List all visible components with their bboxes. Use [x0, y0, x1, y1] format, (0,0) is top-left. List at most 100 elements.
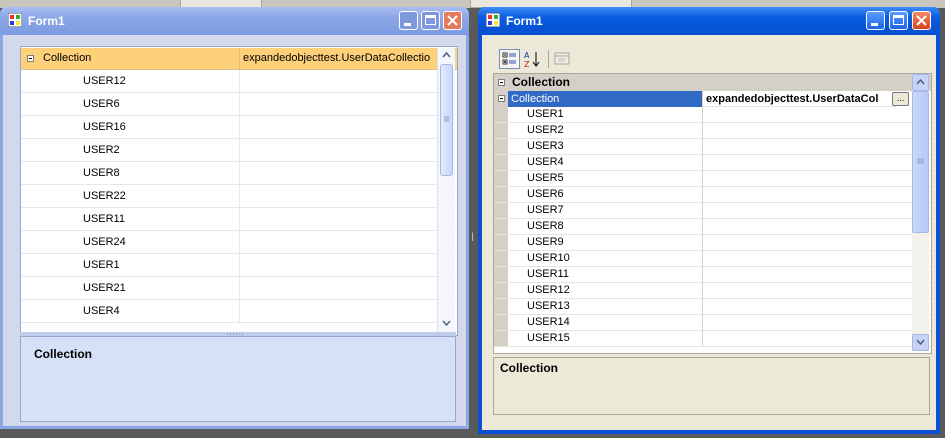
list-item[interactable]: USER8: [21, 162, 457, 185]
vertical-scrollbar[interactable]: [437, 48, 455, 333]
item-value[interactable]: [702, 203, 913, 218]
item-value[interactable]: [702, 187, 913, 202]
item-value[interactable]: [702, 299, 913, 314]
item-name: USER15: [527, 332, 570, 344]
item-value[interactable]: [702, 315, 913, 330]
close-icon: [916, 15, 927, 26]
scroll-up-icon[interactable]: [438, 48, 455, 62]
item-name: USER1: [527, 108, 564, 120]
right-property-grid[interactable]: Collection Collection expandedobjecttest…: [493, 73, 932, 354]
item-value[interactable]: [239, 70, 438, 92]
item-value[interactable]: [239, 300, 438, 322]
property-pages-button[interactable]: [552, 49, 573, 69]
right-title-bar[interactable]: Form1: [478, 7, 940, 35]
item-value[interactable]: [239, 93, 438, 115]
maximize-icon: [425, 15, 436, 25]
list-item[interactable]: USER6: [21, 93, 457, 116]
item-name: USER3: [527, 140, 564, 152]
item-value[interactable]: [702, 267, 913, 282]
list-item[interactable]: USER11: [21, 208, 457, 231]
property-value[interactable]: expandedobjecttest.UserDataCol: [702, 91, 896, 107]
property-value[interactable]: expandedobjecttest.UserDataCollectio: [239, 48, 441, 69]
list-item[interactable]: USER3: [494, 139, 931, 155]
list-item[interactable]: USER8: [494, 219, 931, 235]
item-value[interactable]: [702, 251, 913, 266]
list-item[interactable]: USER12: [21, 70, 457, 93]
item-name: USER4: [83, 305, 120, 317]
item-value[interactable]: [239, 116, 438, 138]
scroll-down-icon: [916, 339, 925, 346]
item-name: USER2: [527, 124, 564, 136]
item-name: USER6: [527, 188, 564, 200]
item-value[interactable]: [702, 123, 913, 138]
list-item[interactable]: USER16: [21, 116, 457, 139]
list-item[interactable]: USER1: [494, 107, 931, 123]
category-row[interactable]: Collection: [494, 74, 931, 91]
item-value[interactable]: [239, 162, 438, 184]
scrollbar-thumb[interactable]: [912, 91, 929, 233]
list-item[interactable]: USER12: [494, 283, 931, 299]
alphabetical-button[interactable]: A Z: [522, 49, 543, 69]
item-value[interactable]: [239, 231, 438, 253]
form-app-icon: [8, 13, 22, 27]
list-item[interactable]: USER21: [21, 277, 457, 300]
maximize-button[interactable]: [889, 11, 908, 30]
collection-property-row[interactable]: Collection expandedobjecttest.UserDataCo…: [494, 91, 931, 107]
list-item[interactable]: USER2: [21, 139, 457, 162]
collapse-icon[interactable]: [498, 79, 505, 86]
list-item[interactable]: USER14: [494, 315, 931, 331]
item-name: USER8: [527, 220, 564, 232]
list-item[interactable]: USER10: [494, 251, 931, 267]
form-app-icon: [486, 13, 500, 27]
list-item[interactable]: USER22: [21, 185, 457, 208]
scroll-up-button[interactable]: [912, 74, 929, 91]
minimize-button[interactable]: [399, 11, 418, 30]
item-name: USER11: [83, 213, 125, 225]
item-value[interactable]: [239, 208, 438, 230]
scroll-down-icon[interactable]: [438, 316, 455, 330]
list-item[interactable]: USER4: [494, 155, 931, 171]
list-item[interactable]: USER24: [21, 231, 457, 254]
alphabetical-sort-icon: A Z: [524, 51, 540, 69]
item-value[interactable]: [702, 235, 913, 250]
left-property-grid[interactable]: Collection expandedobjecttest.UserDataCo…: [20, 46, 458, 336]
item-value[interactable]: [239, 139, 438, 161]
item-value[interactable]: [239, 254, 438, 276]
list-item[interactable]: USER6: [494, 187, 931, 203]
item-value[interactable]: [702, 155, 913, 170]
list-item[interactable]: USER11: [494, 267, 931, 283]
scroll-down-button[interactable]: [912, 334, 929, 351]
item-value[interactable]: [702, 219, 913, 234]
item-value[interactable]: [702, 171, 913, 186]
window-title: Form1: [506, 14, 543, 28]
collection-property-row[interactable]: Collection expandedobjecttest.UserDataCo…: [21, 48, 457, 70]
maximize-button[interactable]: [421, 11, 440, 30]
list-item[interactable]: USER2: [494, 123, 931, 139]
list-item[interactable]: USER7: [494, 203, 931, 219]
list-item[interactable]: USER5: [494, 171, 931, 187]
item-value[interactable]: [702, 107, 913, 122]
close-button[interactable]: [912, 11, 931, 30]
scrollbar-thumb[interactable]: [440, 64, 453, 176]
list-item[interactable]: USER1: [21, 254, 457, 277]
categorized-button[interactable]: [499, 49, 520, 69]
minimize-button[interactable]: [866, 11, 885, 30]
list-item[interactable]: USER4: [21, 300, 457, 323]
collapse-icon[interactable]: [498, 95, 505, 102]
list-item[interactable]: USER15: [494, 331, 931, 347]
list-item[interactable]: USER9: [494, 235, 931, 251]
toolbar-separator: [548, 50, 549, 68]
list-item[interactable]: USER13: [494, 299, 931, 315]
collapse-icon[interactable]: [27, 55, 34, 62]
item-value[interactable]: [239, 277, 438, 299]
left-title-bar[interactable]: Form1: [0, 7, 469, 35]
item-value[interactable]: [702, 139, 913, 154]
close-button[interactable]: [443, 11, 462, 30]
item-value[interactable]: [702, 283, 913, 298]
vertical-scrollbar[interactable]: [912, 74, 929, 351]
item-name: USER11: [527, 268, 569, 280]
item-value[interactable]: [702, 331, 913, 346]
item-value[interactable]: [239, 185, 438, 207]
item-name: USER21: [83, 282, 126, 294]
ellipsis-button[interactable]: ...: [892, 92, 909, 106]
